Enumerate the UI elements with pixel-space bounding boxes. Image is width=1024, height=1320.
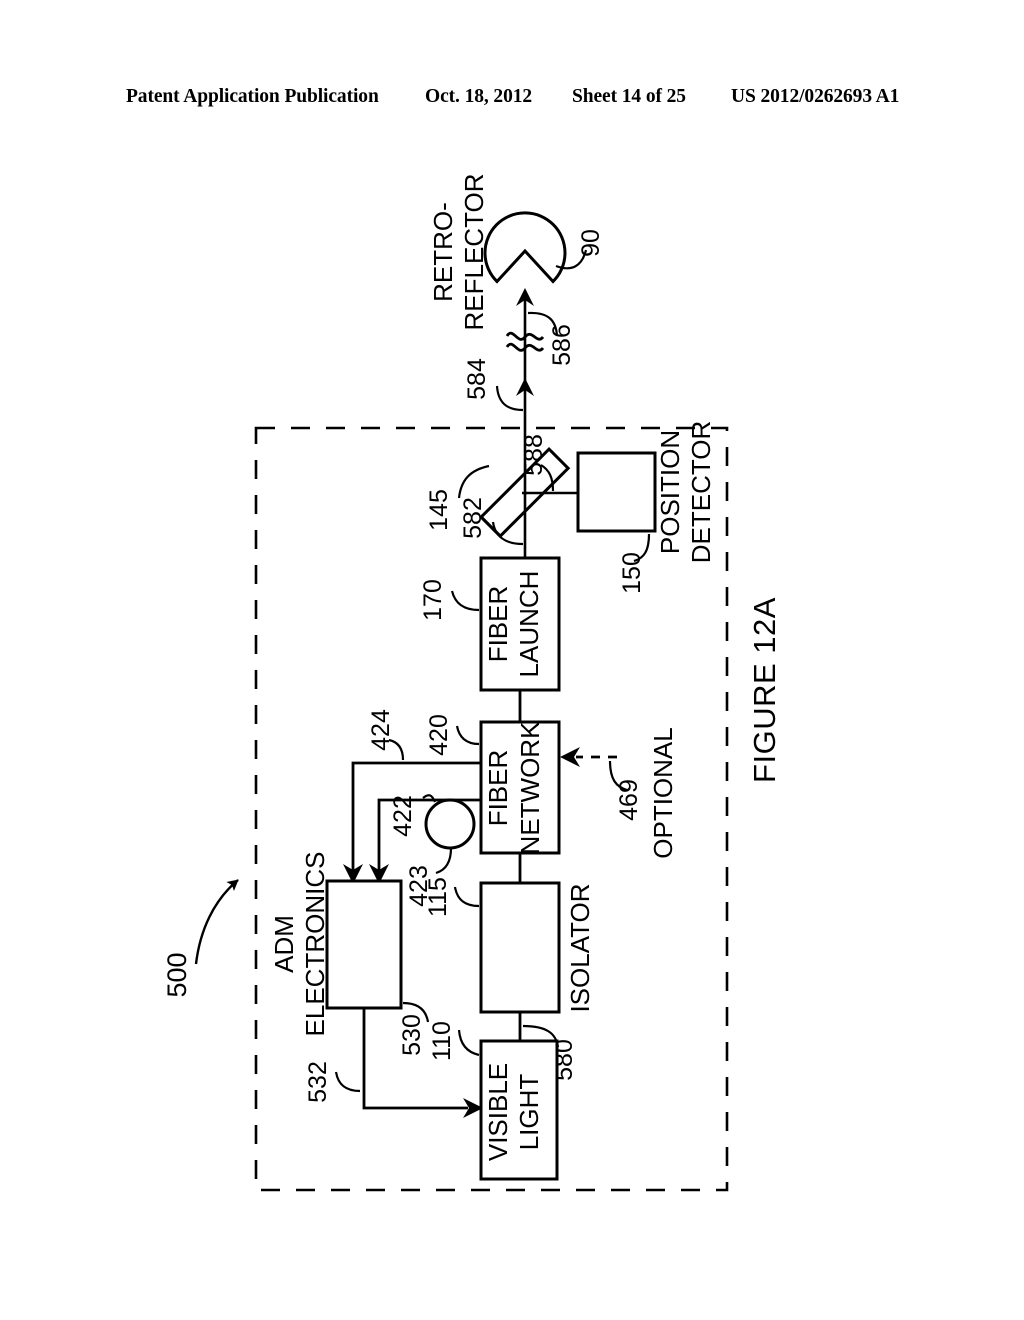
visible-light-label-line2: LIGHT [514, 1074, 544, 1151]
retroreflector-label-line1: RETRO- [428, 202, 458, 302]
beam-586-label: 586 [548, 324, 576, 366]
optional-label: OPTIONAL [648, 727, 678, 858]
optional-ref-label: 469 [615, 779, 643, 821]
fiber-423-leader [435, 847, 453, 875]
position-detector-box [576, 451, 657, 533]
beam-splitter-ref-label: 145 [425, 489, 453, 531]
fiber-network-ref-leader [455, 725, 480, 746]
beam-582-label: 582 [459, 497, 487, 539]
adm-electronics-ref-label: 530 [398, 1014, 426, 1056]
patent-page: Patent Application Publication Oct. 18, … [0, 0, 1024, 1320]
fiber-network-label-line1: FIBER [483, 750, 513, 827]
beam-588-label: 588 [520, 434, 548, 476]
retroreflector-label-line2: REFLECTOR [459, 174, 489, 331]
system-ref-label: 500 [162, 952, 192, 997]
isolator-box [479, 881, 561, 1014]
retroreflector-shape [483, 211, 567, 284]
visible-light-label-line1: VISIBLE [483, 1063, 513, 1161]
system-ref-leader [194, 879, 239, 965]
visible-light-ref-leader [457, 1029, 480, 1057]
fiber-coil-423 [424, 798, 476, 850]
adm-electronics-label-line1: ADM [269, 915, 299, 973]
fiber-launch-label-line2: LAUNCH [514, 571, 544, 678]
figure-12a-diagram: 500 FIGURE 12A RETRO- REFLECTOR 90 586 5… [162, 174, 782, 1192]
position-detector-ref-label: 150 [618, 552, 646, 594]
fiber-launch-ref-label: 170 [419, 579, 447, 621]
retroreflector-ref-label: 90 [577, 229, 605, 257]
fiber-424-label: 424 [367, 709, 395, 751]
fiber-422-label: 422 [389, 795, 417, 837]
position-detector-label-line2: DETECTOR [686, 421, 716, 564]
fiber-network-ref-label: 420 [425, 714, 453, 756]
signal-532-label: 532 [304, 1061, 332, 1103]
position-detector-label-line1: POSITION [655, 430, 685, 554]
isolator-ref-label: 115 [424, 877, 452, 917]
fiber-launch-ref-leader [450, 590, 480, 612]
fiber-network-label-line2: NETWORK [515, 721, 545, 855]
beam-584-leader [495, 385, 524, 412]
beam-584-label: 584 [463, 358, 491, 400]
visible-light-ref-label: 110 [428, 1021, 456, 1061]
figure-caption: FIGURE 12A [747, 597, 782, 783]
adm-electronics-label-line2: ELECTRONICS [300, 852, 330, 1037]
isolator-label: ISOLATOR [565, 883, 595, 1012]
beam-splitter-ref-leader [457, 464, 490, 499]
isolator-ref-leader [453, 886, 480, 908]
signal-532-leader [334, 1071, 361, 1093]
fiber-launch-label-line1: FIBER [483, 586, 513, 663]
adm-electronics-box [325, 879, 403, 1010]
beam-582-leader [491, 521, 524, 546]
